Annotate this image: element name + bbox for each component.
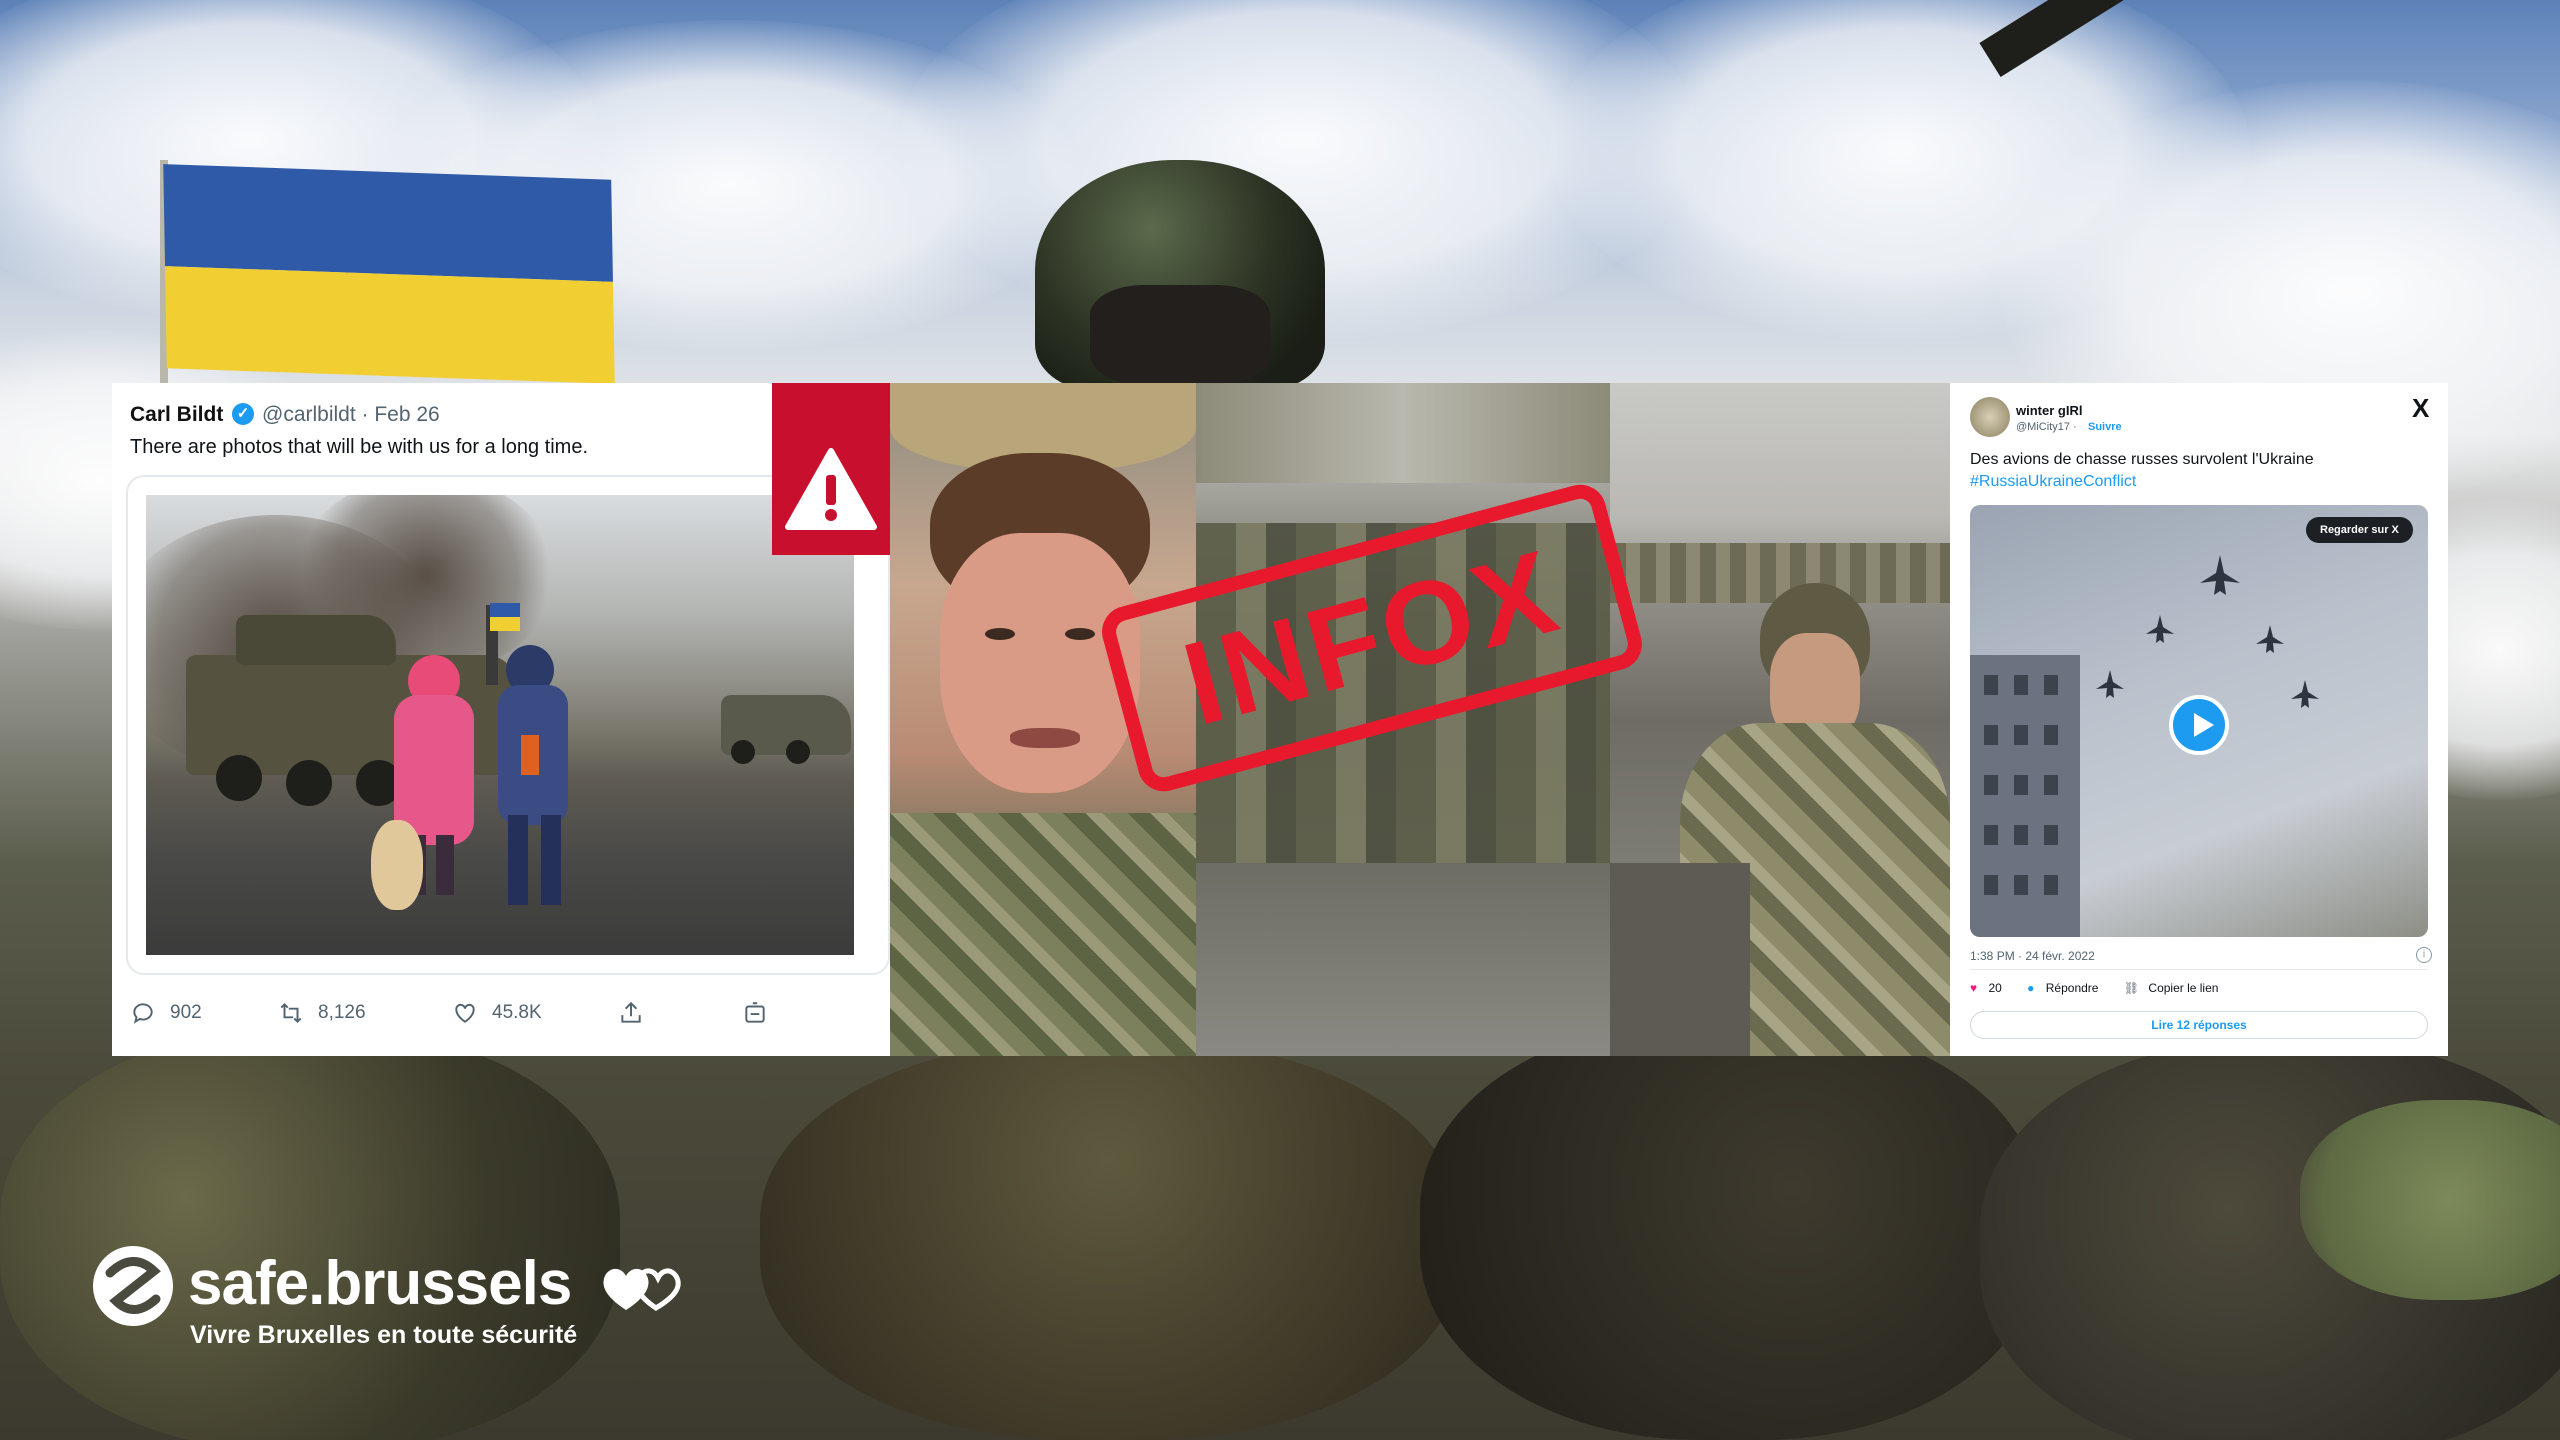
share-icon	[621, 1001, 641, 1023]
avatar[interactable]	[1970, 397, 2010, 437]
soldier-balaclava	[1090, 285, 1270, 385]
tweet-text: There are photos that will be with us fo…	[130, 436, 589, 458]
tweet-handle-date[interactable]: @carlbildt · Feb 26	[262, 403, 440, 427]
share-action[interactable]	[618, 995, 644, 1031]
verified-badge-icon: ✓	[232, 403, 254, 425]
retweet-count: 8,126	[318, 1002, 366, 1023]
reply-count: 902	[170, 1002, 202, 1023]
link-icon: ⛓	[2123, 981, 2140, 995]
follow-button[interactable]: Suivre	[2088, 421, 2122, 433]
building	[1970, 655, 2080, 937]
post-hashtag[interactable]: #RussiaUkraineConflict	[1970, 473, 2136, 491]
like-icon	[455, 1003, 475, 1023]
tweet-photo[interactable]	[146, 495, 854, 955]
warning-triangle-icon	[785, 448, 877, 530]
post-actions: ♥ 20 ● Répondre ⛓ Copier le lien	[1970, 981, 2428, 1001]
like-count: 45.8K	[492, 1002, 542, 1023]
logo-wordmark: safe.brussels	[188, 1249, 572, 1318]
read-replies-button[interactable]: Lire 12 réponses	[1970, 1011, 2428, 1039]
embedded-post: winter gIRl @MiCity17 · Suivre X Des avi…	[1950, 383, 2448, 1056]
logo-tagline: Vivre Bruxelles en toute sécurité	[190, 1321, 578, 1349]
like-action[interactable]: 45.8K	[452, 995, 542, 1031]
play-icon[interactable]	[2169, 695, 2229, 755]
tweet-metrics: 902 8,126 45.8K	[130, 995, 870, 1035]
surrendering-soldier-photo	[1610, 383, 1950, 1056]
analytics-icon	[745, 1002, 765, 1023]
post-author[interactable]: winter gIRl	[2016, 403, 2082, 418]
retweet-icon	[280, 1002, 302, 1024]
reply-action[interactable]: 902	[130, 995, 202, 1031]
warning-badge	[772, 383, 890, 555]
reply-icon	[133, 1003, 153, 1024]
close-icon[interactable]: X	[2412, 393, 2429, 424]
like-count: 20	[1988, 981, 2002, 995]
hearts-icon	[603, 1268, 681, 1311]
tweet-author[interactable]: Carl Bildt	[130, 403, 223, 427]
ukraine-flag	[163, 164, 615, 384]
reply-button[interactable]: Répondre	[2046, 981, 2099, 995]
analytics-action[interactable]	[742, 995, 768, 1031]
post-video[interactable]: Regarder sur X	[1970, 505, 2428, 937]
post-handle[interactable]: @MiCity17 ·	[2016, 421, 2077, 433]
heart-icon[interactable]: ♥	[1970, 981, 1977, 995]
safe-brussels-logo-icon	[93, 1246, 173, 1326]
info-icon[interactable]: i	[2416, 947, 2432, 963]
post-date[interactable]: 1:38 PM · 24 févr. 2022	[1970, 949, 2095, 963]
reply-icon: ●	[2027, 981, 2035, 995]
copy-link-button[interactable]: Copier le lien	[2148, 981, 2218, 995]
divider	[1970, 969, 2428, 970]
retweet-action[interactable]: 8,126	[278, 995, 366, 1031]
collage-strip: Carl Bildt ✓ @carlbildt · Feb 26 There a…	[112, 383, 2448, 1056]
watch-on-x-button[interactable]: Regarder sur X	[2306, 517, 2413, 543]
post-text: Des avions de chasse russes survolent l'…	[1970, 451, 2314, 468]
